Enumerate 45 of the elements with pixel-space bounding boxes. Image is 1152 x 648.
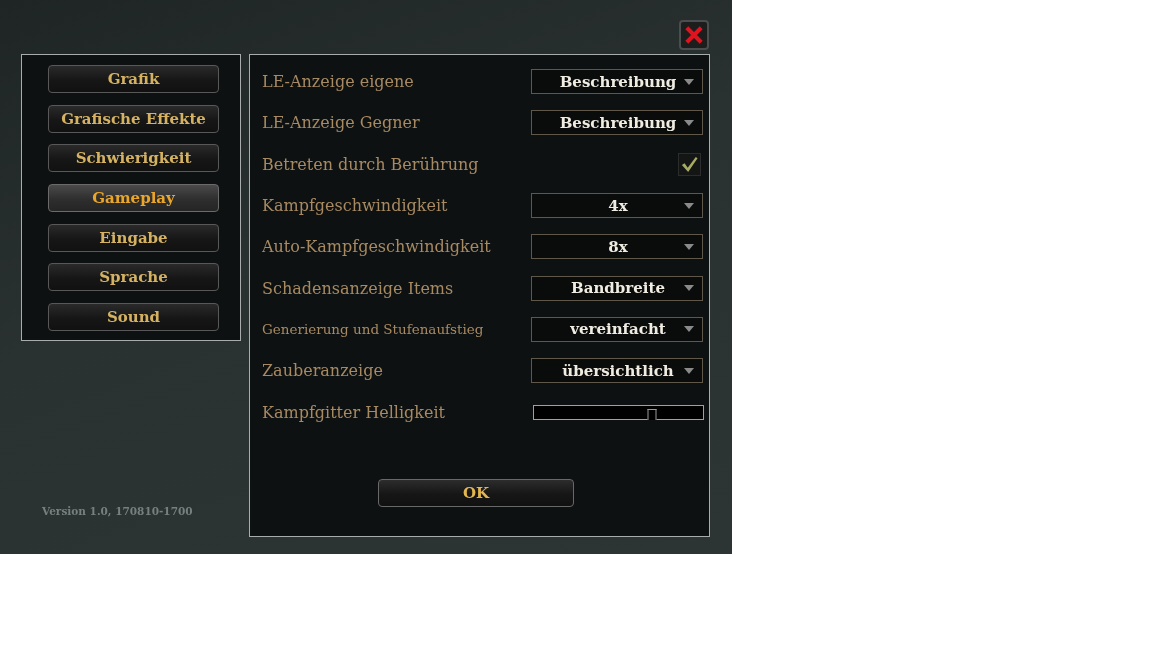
caret-icon bbox=[684, 243, 694, 250]
category-button[interactable]: Grafik bbox=[48, 65, 219, 93]
slider-thumb[interactable] bbox=[647, 408, 657, 420]
category-button[interactable]: Sprache bbox=[48, 263, 219, 292]
setting-label: Auto-Kampfgeschwindigkeit bbox=[262, 237, 491, 257]
caret-icon bbox=[684, 202, 694, 209]
setting-label: LE-Anzeige eigene bbox=[262, 72, 414, 92]
dropdown[interactable]: vereinfacht bbox=[531, 316, 703, 342]
dropdown-value: 8x bbox=[607, 237, 629, 256]
close-button[interactable] bbox=[679, 20, 709, 50]
dropdown[interactable]: 4x bbox=[531, 193, 703, 219]
checkbox[interactable] bbox=[678, 152, 701, 176]
caret-icon bbox=[684, 326, 694, 333]
caret-icon bbox=[684, 285, 694, 292]
dropdown-value: Bandbreite bbox=[570, 279, 666, 298]
category-button[interactable]: Eingabe bbox=[48, 223, 219, 252]
setting-label: Kampfgeschwindigkeit bbox=[262, 196, 448, 216]
close-icon bbox=[685, 25, 703, 45]
setting-label: Betreten durch Berührung bbox=[262, 154, 479, 174]
category-button[interactable]: Sound bbox=[48, 303, 219, 332]
setting-label: LE-Anzeige Gegner bbox=[262, 113, 420, 133]
dropdown[interactable]: Beschreibung bbox=[531, 69, 703, 95]
setting-label: Kampfgitter Helligkeit bbox=[262, 402, 445, 422]
setting-label: Schadensanzeige Items bbox=[262, 278, 454, 298]
caret-icon bbox=[684, 78, 694, 85]
setting-label: Zauberanzeige bbox=[262, 361, 383, 381]
caret-icon bbox=[684, 119, 694, 126]
dropdown-value: 4x bbox=[607, 196, 629, 215]
ok-button[interactable]: OK bbox=[378, 479, 574, 507]
category-button[interactable]: Schwierigkeit bbox=[48, 144, 219, 173]
setting-label: Generierung und Stufenaufstieg bbox=[262, 321, 484, 338]
caret-icon bbox=[684, 367, 694, 374]
dropdown-value: Beschreibung bbox=[558, 113, 678, 132]
dropdown-value: vereinfacht bbox=[569, 320, 667, 339]
dropdown-value: Beschreibung bbox=[558, 72, 678, 91]
version-text: Version 1.0, 170810-1700 bbox=[42, 505, 193, 517]
dropdown[interactable]: Beschreibung bbox=[531, 110, 703, 136]
dropdown[interactable]: Bandbreite bbox=[531, 275, 703, 301]
check-icon bbox=[681, 154, 698, 174]
dropdown-value: übersichtlich bbox=[561, 361, 675, 380]
slider-track[interactable] bbox=[533, 404, 704, 420]
dropdown[interactable]: übersichtlich bbox=[531, 358, 703, 384]
category-button[interactable]: Grafische Effekte bbox=[48, 104, 219, 133]
category-button[interactable]: Gameplay bbox=[48, 184, 219, 213]
dropdown[interactable]: 8x bbox=[531, 234, 703, 260]
